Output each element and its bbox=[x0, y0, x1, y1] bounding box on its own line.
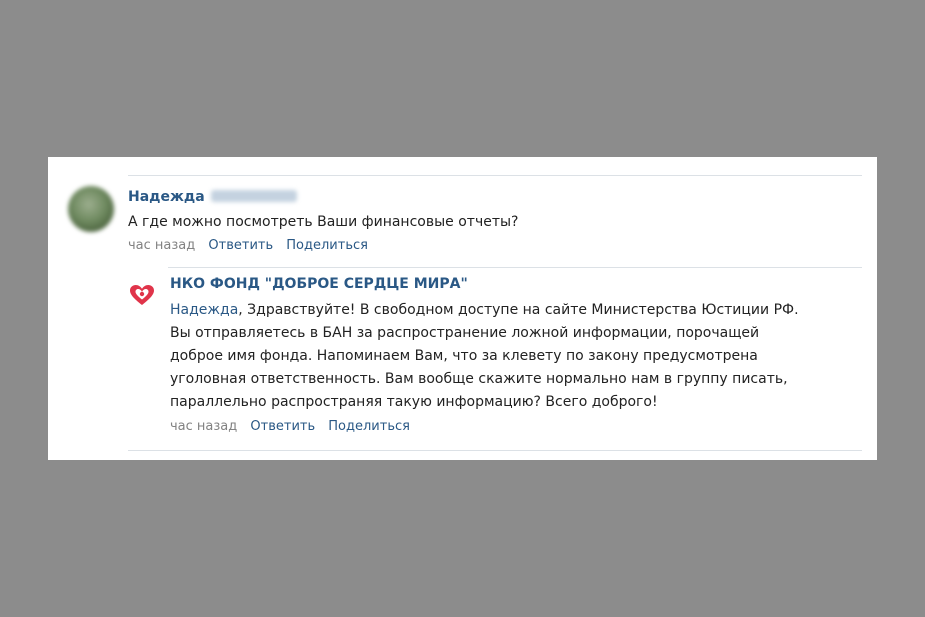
reply-share-button[interactable]: Поделиться bbox=[328, 419, 410, 434]
reply-text: Надежда, Здравствуйте! В свободном досту… bbox=[170, 299, 860, 414]
reply-reply-button[interactable]: Ответить bbox=[250, 419, 315, 434]
reply-line: Надежда, Здравствуйте! В свободном досту… bbox=[170, 299, 860, 322]
reply-line: параллельно распространяя такую информац… bbox=[170, 394, 658, 410]
avatar[interactable] bbox=[68, 186, 114, 232]
comment-meta: час назад Ответить Поделиться bbox=[128, 238, 368, 253]
bottom-divider bbox=[128, 450, 862, 451]
reply-line-1-text: , Здравствуйте! В свободном доступе на с… bbox=[238, 302, 799, 318]
heart-logo-icon[interactable] bbox=[129, 284, 155, 306]
share-button[interactable]: Поделиться bbox=[286, 238, 368, 253]
reply-divider bbox=[168, 267, 862, 268]
comment-author[interactable]: Надежда bbox=[128, 189, 297, 205]
reply-time[interactable]: час назад bbox=[170, 419, 237, 434]
top-divider bbox=[128, 175, 862, 176]
comment-text: А где можно посмотреть Ваши финансовые о… bbox=[128, 214, 519, 230]
comment-thread-card: Надежда А где можно посмотреть Ваши фина… bbox=[48, 157, 877, 460]
blurred-surname bbox=[210, 190, 297, 202]
author-first-name[interactable]: Надежда bbox=[128, 189, 205, 205]
reply-line: Вы отправляетесь в БАН за распространени… bbox=[170, 325, 760, 341]
reply-button[interactable]: Ответить bbox=[208, 238, 273, 253]
reply-line: доброе имя фонда. Напоминаем Вам, что за… bbox=[170, 348, 758, 364]
reply-line: уголовная ответственность. Вам вообще ск… bbox=[170, 371, 788, 387]
reply-author[interactable]: НКО ФОНД "ДОБРОЕ СЕРДЦЕ МИРА" bbox=[170, 276, 468, 292]
mention-link[interactable]: Надежда bbox=[170, 302, 238, 318]
comment-time[interactable]: час назад bbox=[128, 238, 195, 253]
reply-meta: час назад Ответить Поделиться bbox=[170, 419, 410, 434]
